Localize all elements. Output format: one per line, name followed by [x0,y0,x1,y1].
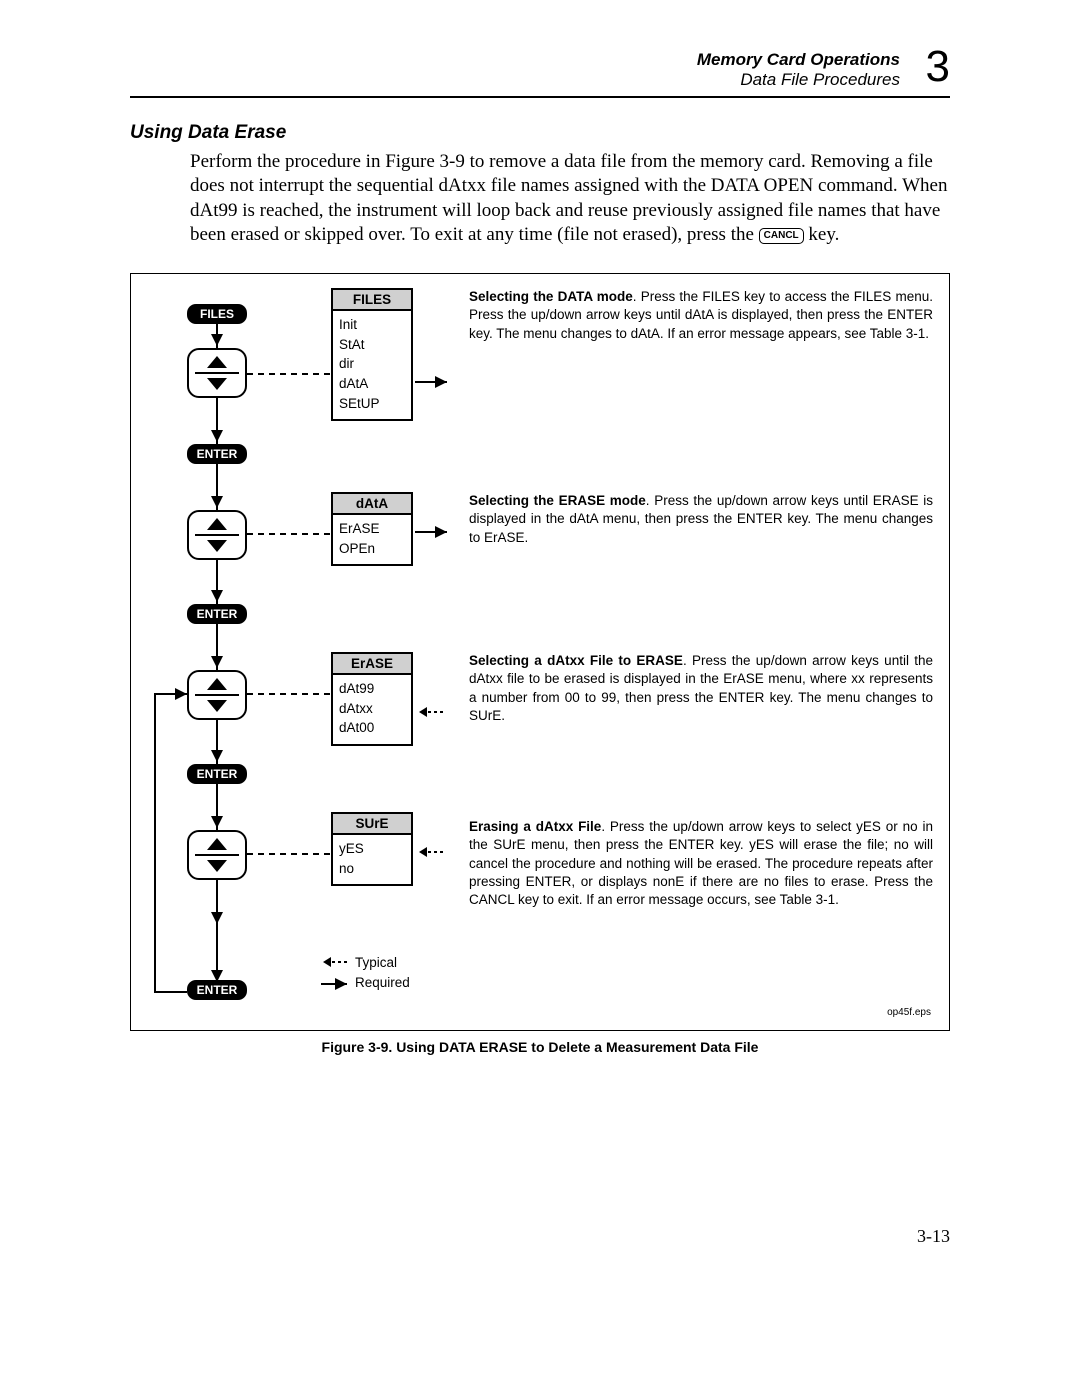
menu-item: StAt [339,335,405,355]
menu-item: Init [339,315,405,335]
intro-paragraph: Perform the procedure in Figure 3-9 to r… [190,150,950,247]
files-menu: FILES Init StAt dir dAtA SEtUP [331,288,413,421]
erase-menu-title: ErASE [333,654,411,675]
enter-key: ENTER [187,444,247,464]
chapter-number: 3 [926,42,950,92]
erase-menu: ErASE dAt99 dAtxx dAt00 [331,652,413,746]
running-header: Memory Card Operations Data File Procedu… [130,50,950,90]
step-lead: Selecting a dAtxx File to ERASE [469,653,683,668]
arrow-keys-icon [187,830,247,880]
figure-caption: Figure 3-9. Using DATA ERASE to Delete a… [130,1039,950,1055]
intro-text-b: key. [804,224,840,245]
menu-item: dAt99 [339,679,405,699]
sure-menu: SUrE yES no [331,812,413,886]
menu-item: dAtA [339,374,405,394]
step-erase-file: Erasing a dAtxx File. Press the up/down … [469,818,933,909]
arrow-keys-icon [187,510,247,560]
step-lead: Selecting the ERASE mode [469,493,646,508]
step-lead: Selecting the DATA mode [469,289,633,304]
arrow-keys-icon [187,670,247,720]
menu-item: dAt00 [339,718,405,738]
menu-item: dAtxx [339,699,405,719]
figure-frame: FILES ENTER ENTER ENTER ENTER FILES Init… [130,273,950,1031]
sure-menu-title: SUrE [333,814,411,835]
menu-item: SEtUP [339,394,405,414]
enter-key: ENTER [187,604,247,624]
cancl-key-icon: CANCL [759,228,804,244]
legend-required: Required [355,975,410,990]
step-select-file: Selecting a dAtxx File to ERASE. Press t… [469,652,933,725]
menu-item: ErASE [339,519,405,539]
files-menu-title: FILES [333,290,411,311]
eps-filename: op45f.eps [887,1007,931,1018]
section-heading: Using Data Erase [130,122,950,144]
enter-key: ENTER [187,980,247,1000]
menu-item: dir [339,354,405,374]
step-select-data: Selecting the DATA mode. Press the FILES… [469,288,933,343]
header-subtitle: Data File Procedures [130,70,900,90]
arrow-keys-icon [187,348,247,398]
enter-key: ENTER [187,764,247,784]
menu-item: OPEn [339,539,405,559]
page-number: 3-13 [917,1226,950,1247]
step-lead: Erasing a dAtxx File [469,819,601,834]
files-key: FILES [187,304,247,324]
legend: Typical Required [355,952,410,992]
header-rule [130,96,950,98]
step-select-erase: Selecting the ERASE mode. Press the up/d… [469,492,933,547]
legend-typical: Typical [355,955,397,970]
header-title: Memory Card Operations [130,50,900,70]
menu-item: no [339,859,405,879]
data-menu-title: dAtA [333,494,411,515]
menu-item: yES [339,839,405,859]
data-menu: dAtA ErASE OPEn [331,492,413,566]
